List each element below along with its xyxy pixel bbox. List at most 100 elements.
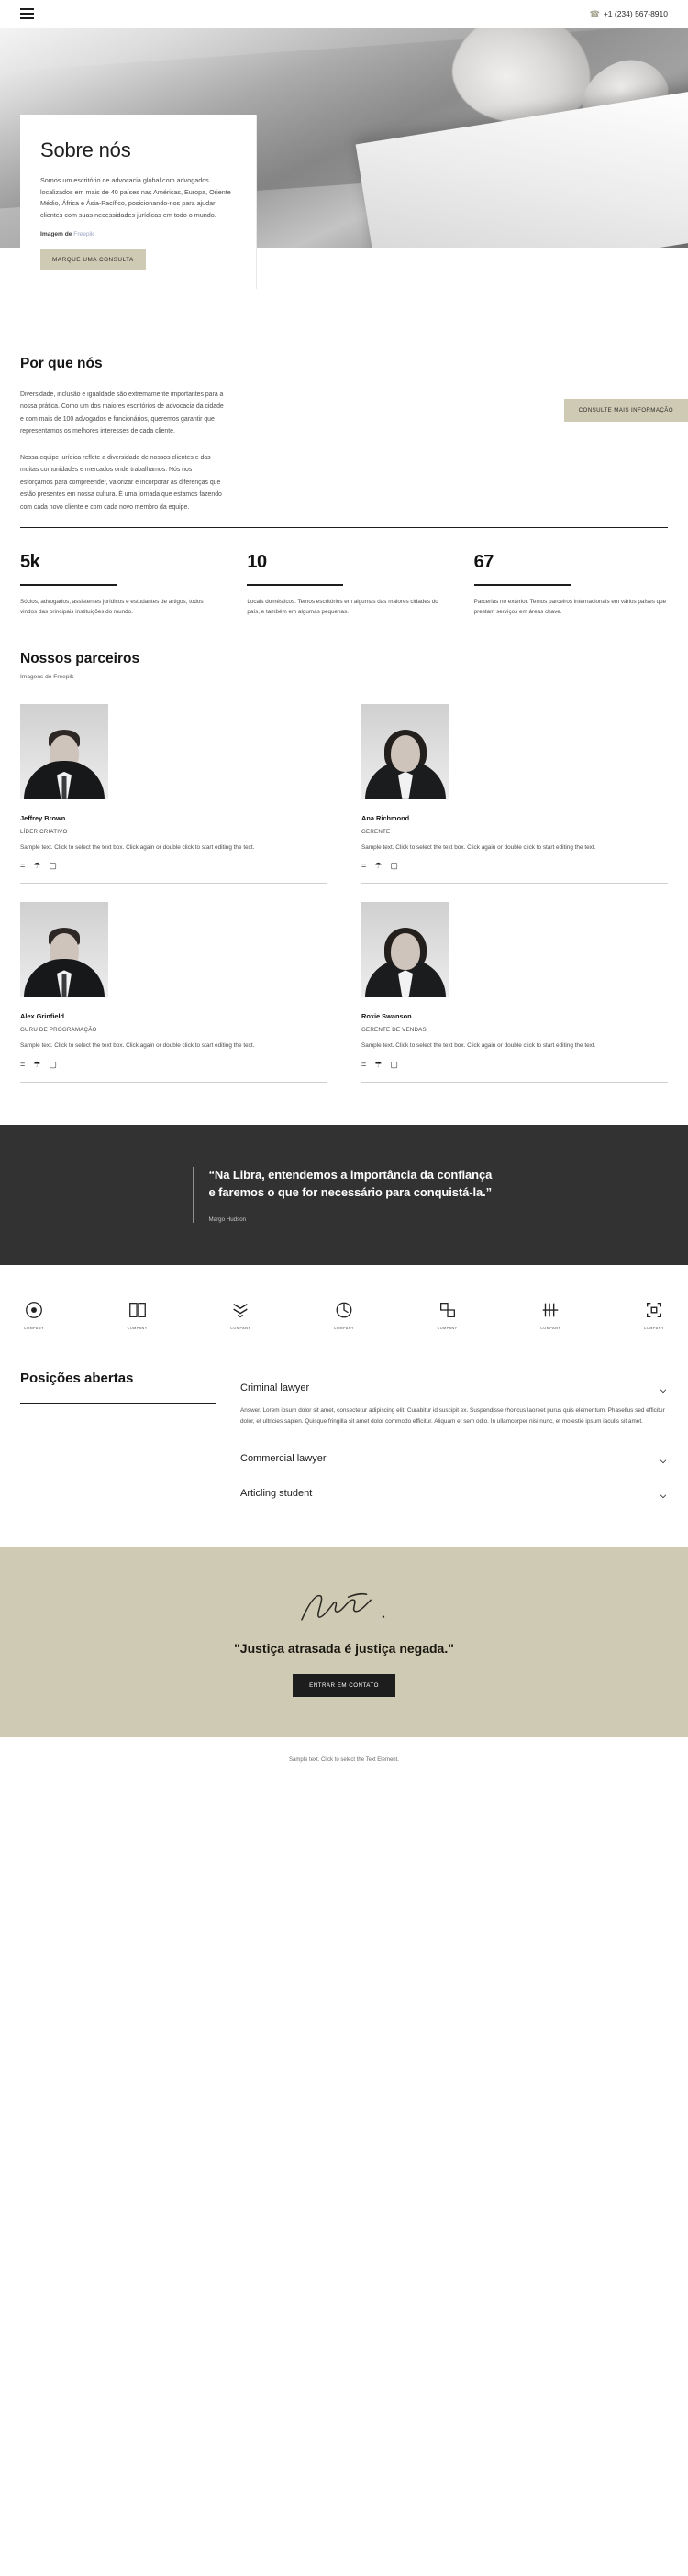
partners-section: Nossos parceiros Imagens de Freepik Jeff… [0,618,688,1101]
logo-item[interactable]: COMPANY [540,1300,560,1330]
stat-rule [247,584,344,586]
chevron-down-icon[interactable] [659,1454,668,1464]
stat-number: 67 [473,552,494,573]
site-header: ☎ +1 (234) 567-8910 [0,0,688,28]
logo-label: COMPANY [643,1326,664,1330]
accordion-item-criminal-lawyer: Criminal lawyer Answer. Lorem ipsum dolo… [240,1371,668,1442]
book-logo-icon [128,1300,148,1320]
ring-logo-icon [334,1300,354,1320]
twitter-icon[interactable]: ☂ [374,862,382,870]
accordion-header[interactable]: Criminal lawyer [240,1371,668,1405]
member-name: Jeffrey Brown [20,813,66,822]
logo-item[interactable]: COMPANY [24,1300,44,1330]
facebook-icon[interactable]: = [361,1060,366,1069]
page-root: ☎ +1 (234) 567-8910 Sobre nós Somos um e… [0,0,688,1788]
member-divider [361,883,668,885]
phone-icon: ☎ [589,8,600,18]
stat-number: 5k [20,552,40,573]
logo-item[interactable]: COMPANY [128,1300,148,1330]
logo-item[interactable]: COMPANY [644,1300,664,1330]
more-information-button[interactable]: CONSULTE MAIS INFORMAÇÃO [563,399,688,422]
stat-item: 10 Locais domésticos. Temos escritórios … [247,552,440,618]
quote-section: “Na Libra, entendemos a importância da c… [0,1124,688,1265]
logo-label: COMPANY [437,1326,458,1330]
member-description: Sample text. Click to select the text bo… [20,843,255,851]
why-us-paragraph-2: Nossa equipe jurídica reflete a diversid… [20,454,222,511]
member-socials: = ☂ ▢ [361,862,668,870]
accordion-item-articling-student: Articling student [240,1476,668,1511]
logo-item[interactable]: COMPANY [334,1300,354,1330]
twitter-icon[interactable]: ☂ [33,862,40,870]
stat-rule [20,584,117,586]
cta-heading: "Justiça atrasada é justiça negada." [234,1641,454,1657]
hamburger-bar [20,17,34,19]
avatar-head [391,734,420,772]
about-body: Somos um escritório de advocacia global … [40,176,231,219]
quote-text: “Na Libra, entendemos a importância da c… [208,1167,493,1199]
open-positions-section: Posições abertas Criminal lawyer Answer.… [0,1365,688,1548]
freepik-link[interactable]: Freepik [73,231,94,237]
quote-accent-bar [193,1166,194,1223]
twitter-icon[interactable]: ☂ [33,1060,40,1069]
hero-hand-shape [441,28,605,141]
member-name: Ana Richmond [361,813,410,822]
client-logos: COMPANY COMPANY COMPANY COMPANY COMPANY [0,1265,688,1365]
stat-text: Locais domésticos. Temos escritórios em … [247,598,438,616]
stat-text: Parcerias no exterior. Temos parceiros i… [473,598,667,616]
member-role: LÍDER CRIATIVO [20,828,68,835]
logo-item[interactable]: COMPANY [230,1300,250,1330]
accordion: Criminal lawyer Answer. Lorem ipsum dolo… [240,1371,668,1512]
stat-number: 10 [247,552,267,573]
about-title: Sobre nós [40,138,131,161]
why-us-section: Por que nós Diversidade, inclusão e igua… [0,356,688,513]
member-role: GERENTE DE VENDAS [361,1027,427,1034]
quote-inner: “Na Libra, entendemos a importância da c… [193,1166,495,1223]
accordion-item-commercial-lawyer: Commercial lawyer [240,1441,668,1476]
about-credit-label: Imagem de [40,231,72,238]
stat-item: 67 Parcerias no exterior. Temos parceiro… [473,552,668,618]
squares-logo-icon [438,1300,458,1320]
accordion-header[interactable]: Commercial lawyer [240,1441,668,1476]
accordion-header[interactable]: Articling student [240,1476,668,1511]
partners-title: Nossos parceiros [20,650,140,666]
brackets-logo-icon [644,1300,664,1320]
member-role: GERENTE [361,828,391,835]
cta-section: "Justiça atrasada é justiça negada." ENT… [0,1547,688,1738]
accordion-body: Answer. Lorem ipsum dolor sit amet, cons… [240,1406,665,1425]
chevrons-logo-icon [230,1300,250,1320]
partners-subtitle: Imagens de Freepik [20,673,74,680]
avatar-tie [61,974,67,998]
instagram-icon[interactable]: ▢ [390,862,398,870]
hamburger-bar [20,13,34,15]
member-description: Sample text. Click to select the text bo… [20,1042,255,1050]
member-name: Roxie Swanson [361,1012,412,1021]
chevron-down-icon[interactable] [659,1383,668,1393]
chevron-down-icon[interactable] [659,1489,668,1499]
positions-rule [20,1402,216,1404]
contact-button[interactable]: ENTRAR EM CONTATO [293,1674,395,1698]
team-member-card: Alex Grinfield GURU DE PROGRAMAÇÃO Sampl… [20,902,327,1101]
instagram-icon[interactable]: ▢ [49,862,57,870]
avatar [20,902,108,998]
team-member-card: Jeffrey Brown LÍDER CRIATIVO Sample text… [20,703,327,903]
avatar [361,703,449,799]
avatar-head [391,933,420,971]
instagram-icon[interactable]: ▢ [390,1060,398,1069]
why-us-paragraph-1: Diversidade, inclusão e igualdade são ex… [20,391,224,435]
facebook-icon[interactable]: = [361,862,366,870]
facebook-icon[interactable]: = [20,1060,25,1069]
facebook-icon[interactable]: = [20,862,25,870]
header-phone[interactable]: ☎ +1 (234) 567-8910 [590,9,668,19]
why-us-title: Por que nós [20,356,103,371]
logo-item[interactable]: COMPANY [438,1300,458,1330]
team-grid: Jeffrey Brown LÍDER CRIATIVO Sample text… [20,680,668,1101]
logo-label: COMPANY [230,1326,251,1330]
instagram-icon[interactable]: ▢ [49,1060,57,1069]
twitter-icon[interactable]: ☂ [374,1060,382,1069]
about-credit: Imagem de Freepik [40,231,237,237]
phone-number: +1 (234) 567-8910 [603,9,668,18]
positions-heading-block: Posições abertas [20,1371,216,1512]
quote-author: Margo Hudson [208,1216,247,1223]
hamburger-menu-icon[interactable] [20,8,34,19]
book-consultation-button[interactable]: MARQUE UMA CONSULTA [40,249,146,271]
